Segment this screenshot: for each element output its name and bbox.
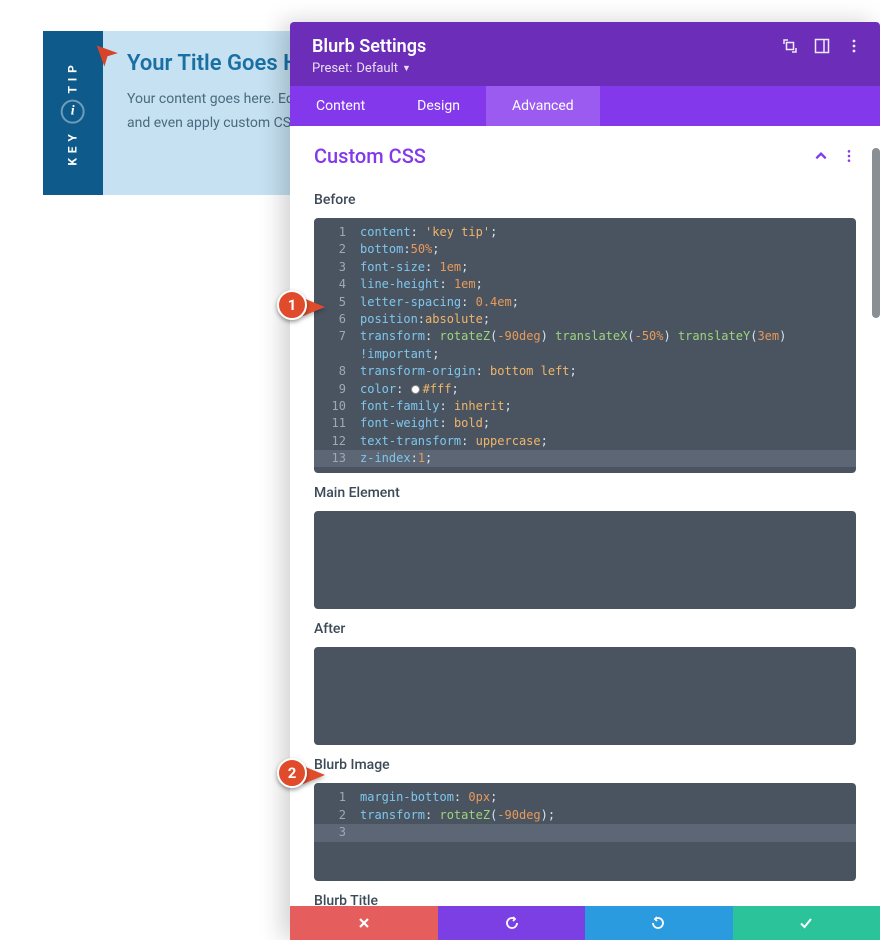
blurb-side-label: KEY i TIP — [43, 31, 103, 195]
layout-icon[interactable] — [814, 38, 830, 54]
info-icon: i — [61, 99, 85, 123]
undo-button[interactable] — [438, 906, 586, 940]
section-title: Custom CSS — [314, 144, 426, 168]
panel-header: Blurb Settings Preset: Default ▼ — [290, 22, 880, 86]
fields-area: Before 1content: 'key tip';2bottom:50%;3… — [290, 180, 880, 940]
tabs-bar: Content Design Advanced — [290, 86, 880, 126]
panel-title: Blurb Settings — [312, 36, 426, 57]
label-blurb-image: Blurb Image — [314, 757, 856, 773]
tab-advanced[interactable]: Advanced — [486, 86, 600, 126]
code-editor-after[interactable] — [314, 647, 856, 745]
code-editor-main-element[interactable] — [314, 511, 856, 609]
collapse-icon[interactable] — [814, 149, 828, 163]
settings-panel: Blurb Settings Preset: Default ▼ Content… — [290, 22, 880, 940]
section-header: Custom CSS — [290, 126, 880, 180]
tab-content[interactable]: Content — [290, 86, 391, 126]
preset-value: Default — [356, 61, 398, 76]
label-main-element: Main Element — [314, 485, 856, 501]
chevron-down-icon: ▼ — [402, 63, 411, 74]
label-before: Before — [314, 192, 856, 208]
tab-design[interactable]: Design — [391, 86, 486, 126]
action-bar — [290, 906, 880, 940]
label-after: After — [314, 621, 856, 637]
blurb-side-text-left: KEY — [66, 129, 80, 165]
scrollbar[interactable] — [872, 148, 880, 318]
redo-button[interactable] — [585, 906, 733, 940]
section-more-icon[interactable] — [842, 149, 856, 163]
save-button[interactable] — [733, 906, 880, 940]
more-icon[interactable] — [846, 38, 862, 54]
cancel-button[interactable] — [290, 906, 438, 940]
expand-icon[interactable] — [782, 38, 798, 54]
code-editor-blurb-image[interactable]: 1margin-bottom: 0px;2transform: rotateZ(… — [314, 783, 856, 881]
preset-prefix: Preset: — [312, 61, 352, 76]
blurb-side-text-right: TIP — [66, 60, 80, 93]
preset-dropdown[interactable]: Preset: Default ▼ — [312, 61, 426, 76]
code-editor-before[interactable]: 1content: 'key tip';2bottom:50%;3font-si… — [314, 218, 856, 473]
